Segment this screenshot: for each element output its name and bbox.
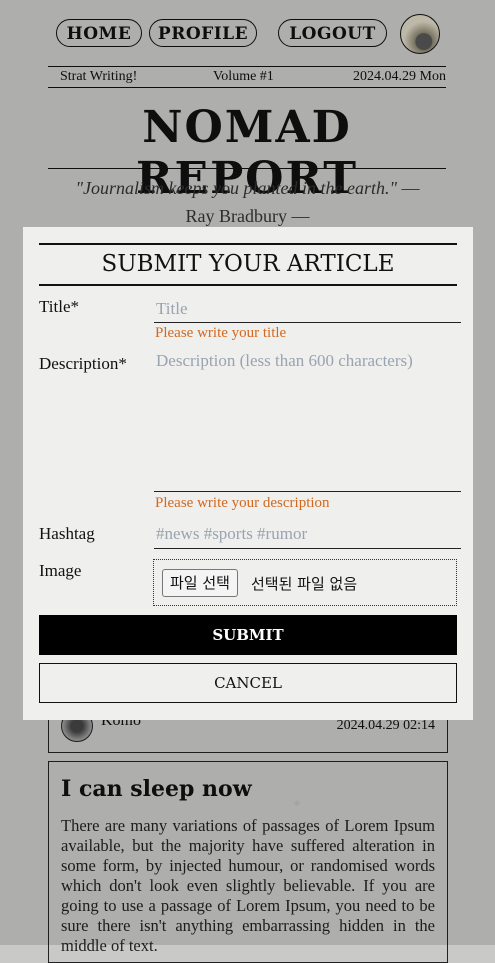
image-upload-field[interactable]: 파일 선택 선택된 파일 없음 (153, 559, 457, 606)
modal-title: SUBMIT YOUR ARTICLE (101, 251, 395, 277)
modal-title-rule (39, 284, 457, 286)
title-label: Title* (39, 297, 80, 316)
description-label: Description* (39, 354, 127, 373)
description-error: Please write your description (155, 495, 330, 511)
description-textarea[interactable] (154, 351, 461, 492)
choose-file-button[interactable]: 파일 선택 (162, 569, 238, 597)
submit-button[interactable]: SUBMIT (39, 615, 457, 655)
hashtag-input[interactable] (154, 520, 461, 549)
title-error: Please write your title (155, 325, 287, 341)
title-input[interactable] (154, 295, 461, 323)
cancel-button[interactable]: CANCEL (39, 663, 457, 703)
modal-top-rule (39, 243, 457, 245)
image-label: Image (39, 561, 82, 580)
hashtag-label: Hashtag (39, 524, 95, 543)
file-status-text: 선택된 파일 없음 (251, 575, 358, 593)
submit-article-modal: SUBMIT YOUR ARTICLE Title* Please write … (23, 227, 473, 720)
